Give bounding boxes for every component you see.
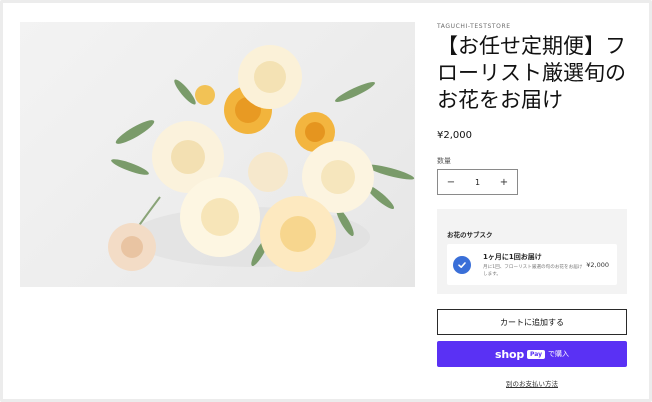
product-title: 【お任せ定期便】フローリスト厳選旬のお花をお届け [437,34,626,112]
subscription-option[interactable]: 1ヶ月に1回お届け 月に1回、フローリスト厳選の旬のお花をお届けします。 ¥2,… [447,244,617,285]
quantity-label: 数量 [437,157,451,165]
subscription-option-name: 1ヶ月に1回お届け [483,253,542,261]
quantity-decrease-button[interactable]: − [438,170,464,194]
shop-pay-chip: Pay [527,349,546,359]
quantity-input[interactable]: 1 [464,178,491,187]
subscription-option-price: ¥2,000 [586,261,609,269]
subscription-title: お花のサブスク [447,231,493,239]
add-to-cart-button[interactable]: カートに追加する [437,309,627,335]
subscription-panel: お花のサブスク 1ヶ月に1回お届け 月に1回、フローリスト厳選の旬のお花をお届け… [437,209,627,294]
flower-bouquet-image [108,45,415,272]
vendor-label: TAGUCHI-TESTSTORE [437,23,511,30]
quantity-increase-button[interactable]: + [491,170,517,194]
product-image [20,22,415,287]
shop-pay-label: で購入 [548,350,570,358]
shop-pay-logo: shop [494,347,524,361]
checkmark-icon [453,256,471,274]
subscription-option-description: 月に1回、フローリスト厳選の旬のお花をお届けします。 [483,265,583,277]
more-payment-options-link[interactable]: 別のお支払い方法 [437,378,627,388]
product-price: ¥2,000 [437,130,472,141]
quantity-stepper: − 1 + [437,169,518,195]
shop-pay-button[interactable]: shop Pay で購入 [437,341,627,367]
